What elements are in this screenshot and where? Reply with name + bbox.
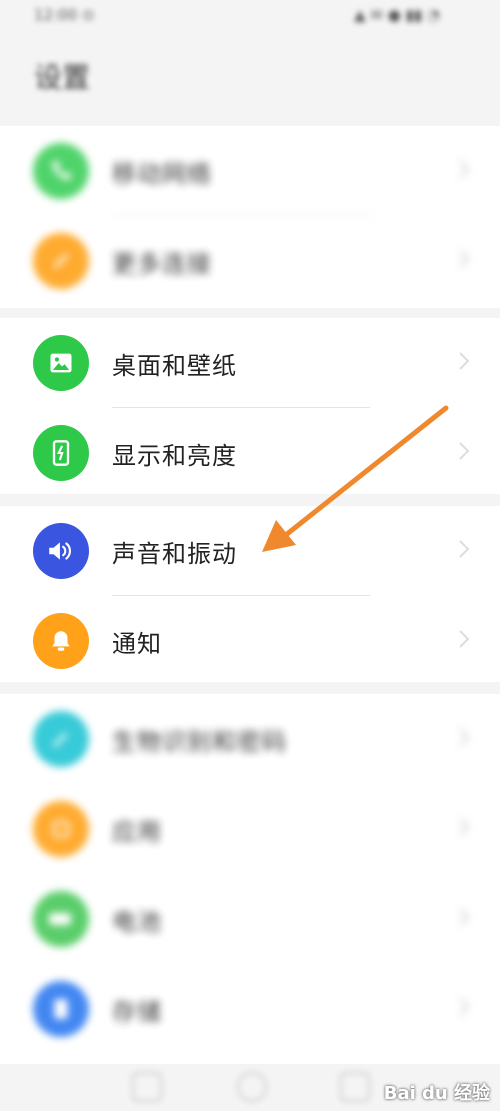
storage-icon <box>33 981 89 1037</box>
settings-item-label: 电池 <box>112 908 162 936</box>
settings-item-battery[interactable]: 电池 <box>0 874 500 964</box>
settings-group-sound: 声音和振动 通知 <box>0 506 500 682</box>
battery-icon <box>33 891 89 947</box>
bell-icon <box>33 613 89 669</box>
settings-item-label: 移动网络 <box>112 160 212 188</box>
settings-item-label: 声音和振动 <box>112 540 237 568</box>
status-bar: 12:00 ⊙ ▲ ✉ ● ▮▮ ◔ <box>0 0 500 40</box>
chevron-right-icon <box>459 250 470 268</box>
nav-back-button[interactable] <box>132 1072 162 1102</box>
settings-group-connections: 移动网络 更多连接 <box>0 126 500 308</box>
chevron-right-icon <box>459 998 470 1016</box>
settings-item-label: 应用 <box>112 818 162 846</box>
settings-group-system: 生物识别和密码 应用 电池 存储 <box>0 694 500 1064</box>
settings-item-label: 显示和亮度 <box>112 442 237 470</box>
key-icon <box>33 711 89 767</box>
display-icon <box>33 425 89 481</box>
settings-item-display-brightness[interactable]: 显示和亮度 <box>0 408 500 498</box>
settings-item-sound-vibration[interactable]: 声音和振动 <box>0 506 500 596</box>
nav-home-button[interactable] <box>237 1072 267 1102</box>
watermark-logo: Bai du 经验 <box>383 1083 490 1104</box>
settings-item-storage[interactable]: 存储 <box>0 964 500 1054</box>
phone-icon <box>33 143 89 199</box>
chevron-right-icon <box>459 442 470 460</box>
settings-item-notifications[interactable]: 通知 <box>0 596 500 686</box>
settings-group-display: 桌面和壁纸 显示和亮度 <box>0 318 500 494</box>
chevron-right-icon <box>459 352 470 370</box>
chevron-right-icon <box>459 728 470 746</box>
settings-item-label: 更多连接 <box>112 250 212 278</box>
settings-item-label: 桌面和壁纸 <box>112 352 237 380</box>
status-time: 12:00 ⊙ <box>34 6 95 24</box>
nav-recent-button[interactable] <box>340 1072 370 1102</box>
apps-icon <box>33 801 89 857</box>
chevron-right-icon <box>459 540 470 558</box>
chevron-right-icon <box>459 160 470 178</box>
image-icon <box>33 335 89 391</box>
settings-item-desktop-wallpaper[interactable]: 桌面和壁纸 <box>0 318 500 408</box>
settings-item-apps[interactable]: 应用 <box>0 784 500 874</box>
settings-item-label: 生物识别和密码 <box>112 728 287 756</box>
link-icon <box>33 233 89 289</box>
page-title: 设置 <box>34 61 91 94</box>
speaker-icon <box>33 523 89 579</box>
settings-item-label: 存储 <box>112 998 162 1026</box>
settings-item-mobile-network[interactable]: 移动网络 <box>0 126 500 216</box>
chevron-right-icon <box>459 818 470 836</box>
settings-item-biometrics-password[interactable]: 生物识别和密码 <box>0 694 500 784</box>
chevron-right-icon <box>459 908 470 926</box>
settings-item-label: 通知 <box>112 630 162 658</box>
status-icons: ▲ ✉ ● ▮▮ ◔ <box>354 6 440 24</box>
chevron-right-icon <box>459 630 470 648</box>
settings-item-more-connections[interactable]: 更多连接 <box>0 216 500 306</box>
